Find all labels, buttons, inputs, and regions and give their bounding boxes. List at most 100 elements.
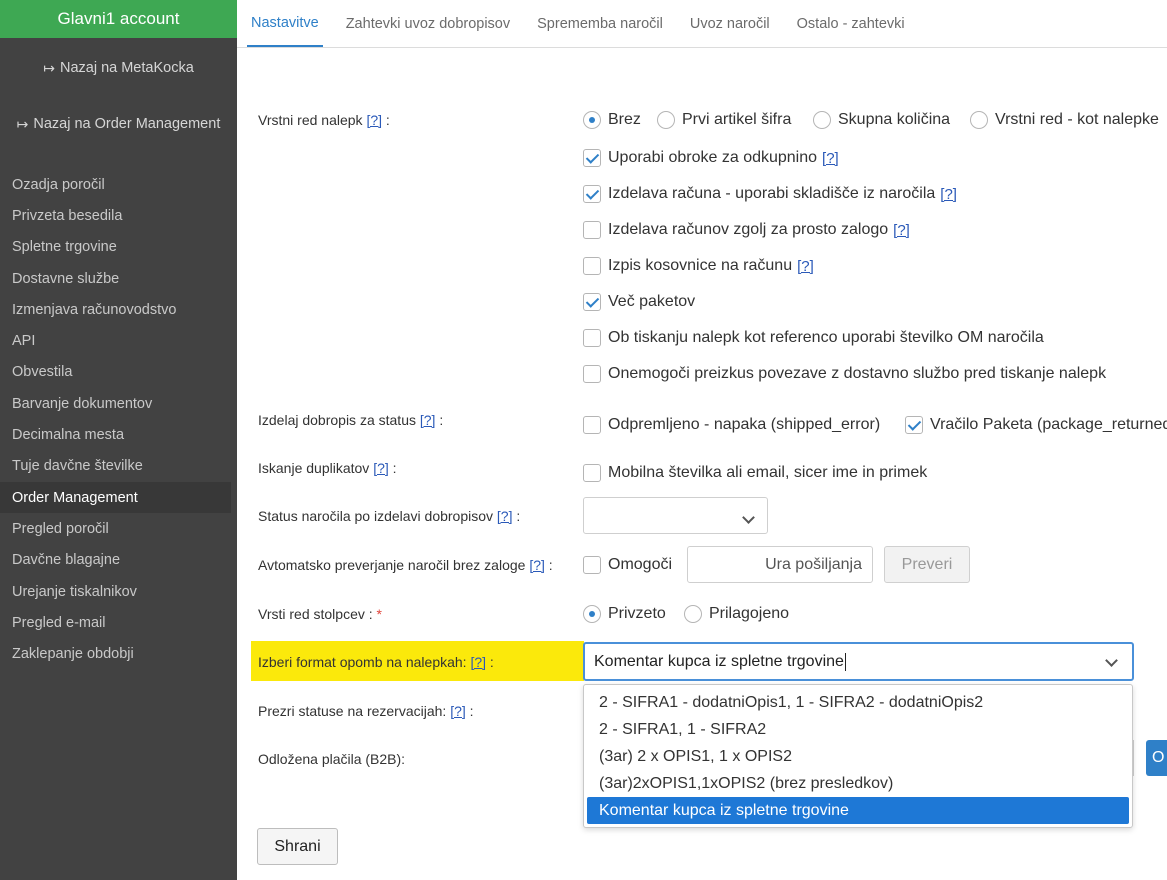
checkbox-vracilo-paketa[interactable]: Vračilo Paketa (package_returned) [905,416,1167,434]
help-link[interactable]: [?] [366,112,382,128]
status-narocila-select[interactable] [583,497,768,534]
label-text: Vrsti red stolpcev : [258,606,373,622]
checkbox-label: Izdelava računov zgolj za prosto zalogo [608,221,889,238]
label-text: Iskanje duplikatov [258,460,370,476]
checkbox-label: Izpis kosovnice na računu [608,257,793,274]
preveri-button[interactable]: Preveri [884,546,970,583]
checkbox[interactable] [583,365,601,383]
sidebar-item[interactable]: Decimalna mesta [0,419,237,450]
checkbox-label: Ob tiskanju nalepk kot referenco uporabi… [608,329,1044,346]
checkbox[interactable] [583,416,601,434]
save-button[interactable]: Shrani [257,828,338,865]
checkbox[interactable] [583,257,601,275]
radio-button[interactable] [970,111,988,129]
format-select-value: Komentar kupca iz spletne trgovine [594,652,844,670]
checkbox[interactable] [583,556,601,574]
label-text: Izdelaj dobropis za status [258,412,416,428]
radio-privzeto[interactable]: Privzeto [583,605,666,623]
checkbox-vec-paketov[interactable]: Več paketov [583,293,695,311]
tab-ostalo-zahtevki[interactable]: Ostalo - zahtevki [793,0,909,47]
dropdown-option[interactable]: 2 - SIFRA1, 1 - SIFRA2 [587,716,1129,743]
radio-label: Skupna količina [838,111,951,128]
checkbox[interactable] [583,464,601,482]
radio-prilagojeno[interactable]: Prilagojeno [684,605,789,623]
checkbox[interactable] [583,221,601,239]
back-to-metakocka-link[interactable]: ↦ Nazaj na MetaKocka [0,58,237,78]
sign-out-icon: ↦ [16,115,29,132]
back-to-metakocka-label: Nazaj na MetaKocka [59,60,194,76]
sidebar-item[interactable]: Tuje davčne številke [0,451,237,482]
help-link[interactable]: [?] [470,654,486,670]
checkbox-izpis-kosovnice[interactable]: Izpis kosovnice na računu [?] [583,257,814,275]
radio-prvi-artikel-sifra[interactable]: Prvi artikel šifra [657,111,791,129]
checkbox-mobilna-stevilka[interactable]: Mobilna številka ali email, sicer ime in… [583,464,927,482]
checkbox-onemogoci-preizkus[interactable]: Onemogoči preizkus povezave z dostavno s… [583,365,1106,383]
tab-zahtevki-uvoz-dobropisov[interactable]: Zahtevki uvoz dobropisov [342,0,514,47]
sidebar-item-active[interactable]: Order Management [0,481,231,514]
sidebar-item[interactable]: Zaklepanje obdobji [0,638,237,669]
help-link[interactable]: [?] [940,186,957,203]
account-header[interactable]: Glavni1 account [0,0,237,38]
checkbox-ob-tiskanju[interactable]: Ob tiskanju nalepk kot referenco uporabi… [583,329,1044,347]
help-link[interactable]: [?] [822,150,839,167]
format-options-dropdown: 2 - SIFRA1 - dodatniOpis1, 1 - SIFRA2 - … [583,684,1133,828]
help-link[interactable]: [?] [420,412,436,428]
sidebar-item[interactable]: Davčne blagajne [0,545,237,576]
radio-vrstni-red-kot-nalepke[interactable]: Vrstni red - kot nalepke [970,111,1159,129]
radio-button-selected[interactable] [583,605,601,623]
label-izdelaj-dobropis: Izdelaj dobropis za status [?] : [258,412,444,428]
checkbox-izdelava-racuna-skladisce[interactable]: Izdelava računa - uporabi skladišče iz n… [583,185,957,203]
format-opomb-select[interactable]: Komentar kupca iz spletne trgovine [583,642,1134,681]
help-link[interactable]: [?] [450,703,466,719]
help-link[interactable]: [?] [797,258,814,275]
checkbox-label: Odpremljeno - napaka (shipped_error) [608,416,881,433]
dropdown-option[interactable]: (3ar)2xOPIS1,1xOPIS2 (brez presledkov) [587,770,1129,797]
checkbox-uporabi-obroke[interactable]: Uporabi obroke za odkupnino [?] [583,149,839,167]
sidebar-item[interactable]: Urejanje tiskalnikov [0,576,237,607]
label-odlozena-placila: Odložena plačila (B2B): [258,751,406,767]
radio-button[interactable] [657,111,675,129]
help-link[interactable]: [?] [529,557,545,573]
help-link[interactable]: [?] [893,222,910,239]
sidebar-item[interactable]: Spletne trgovine [0,232,237,263]
sidebar-item[interactable]: Obvestila [0,357,237,388]
radio-brez[interactable]: Brez [583,111,641,129]
ura-posiljanja-input[interactable]: Ura pošiljanja [687,546,873,583]
checkbox-odpremljeno-napaka[interactable]: Odpremljeno - napaka (shipped_error) [583,416,880,434]
radio-label: Vrstni red - kot nalepke [995,111,1159,128]
sidebar-item[interactable]: Dostavne službe [0,263,237,294]
sidebar-item[interactable]: Barvanje dokumentov [0,388,237,419]
checkbox-checked[interactable] [583,293,601,311]
radio-button[interactable] [813,111,831,129]
tab-nastavitve[interactable]: Nastavitve [247,0,323,47]
dropdown-option-selected[interactable]: Komentar kupca iz spletne trgovine [587,797,1129,824]
sidebar-item[interactable]: Privzeta besedila [0,200,237,231]
checkbox-izdelava-racunov-zaloga[interactable]: Izdelava računov zgolj za prosto zalogo … [583,221,910,239]
checkbox-label: Onemogoči preizkus povezave z dostavno s… [608,365,1107,382]
label-izberi-format: Izberi format opomb na nalepkah: [?] : [258,654,494,670]
odlozena-placila-button[interactable]: O [1146,740,1167,776]
checkbox-checked[interactable] [905,416,923,434]
dropdown-option[interactable]: (3ar) 2 x OPIS1, 1 x OPIS2 [587,743,1129,770]
help-link[interactable]: [?] [373,460,389,476]
checkbox-label: Izdelava računa - uporabi skladišče iz n… [608,185,936,202]
radio-skupna-kolicina[interactable]: Skupna količina [813,111,950,129]
back-to-order-management-link[interactable]: ↦ Nazaj na Order Management [0,114,237,134]
checkbox-checked[interactable] [583,149,601,167]
checkbox-checked[interactable] [583,185,601,203]
checkbox-label: Več paketov [608,293,696,310]
dropdown-option[interactable]: 2 - SIFRA1 - dodatniOpis1, 1 - SIFRA2 - … [587,689,1129,716]
sidebar-item[interactable]: Pregled e-mail [0,607,237,638]
tab-uvoz-narocil[interactable]: Uvoz naročil [686,0,774,47]
radio-button-selected[interactable] [583,111,601,129]
sidebar-item[interactable]: Izmenjava računovodstvo [0,294,237,325]
sidebar-item[interactable]: API [0,325,237,356]
checkbox-omogoci[interactable]: Omogoči [583,556,672,574]
tab-sprememba-narocil[interactable]: Sprememba naročil [533,0,667,47]
radio-button[interactable] [684,605,702,623]
help-link[interactable]: [?] [497,508,513,524]
sidebar-item[interactable]: Ozadja poročil [0,169,237,200]
required-asterisk: * [376,606,382,622]
sidebar-item[interactable]: Pregled poročil [0,513,237,544]
checkbox[interactable] [583,329,601,347]
